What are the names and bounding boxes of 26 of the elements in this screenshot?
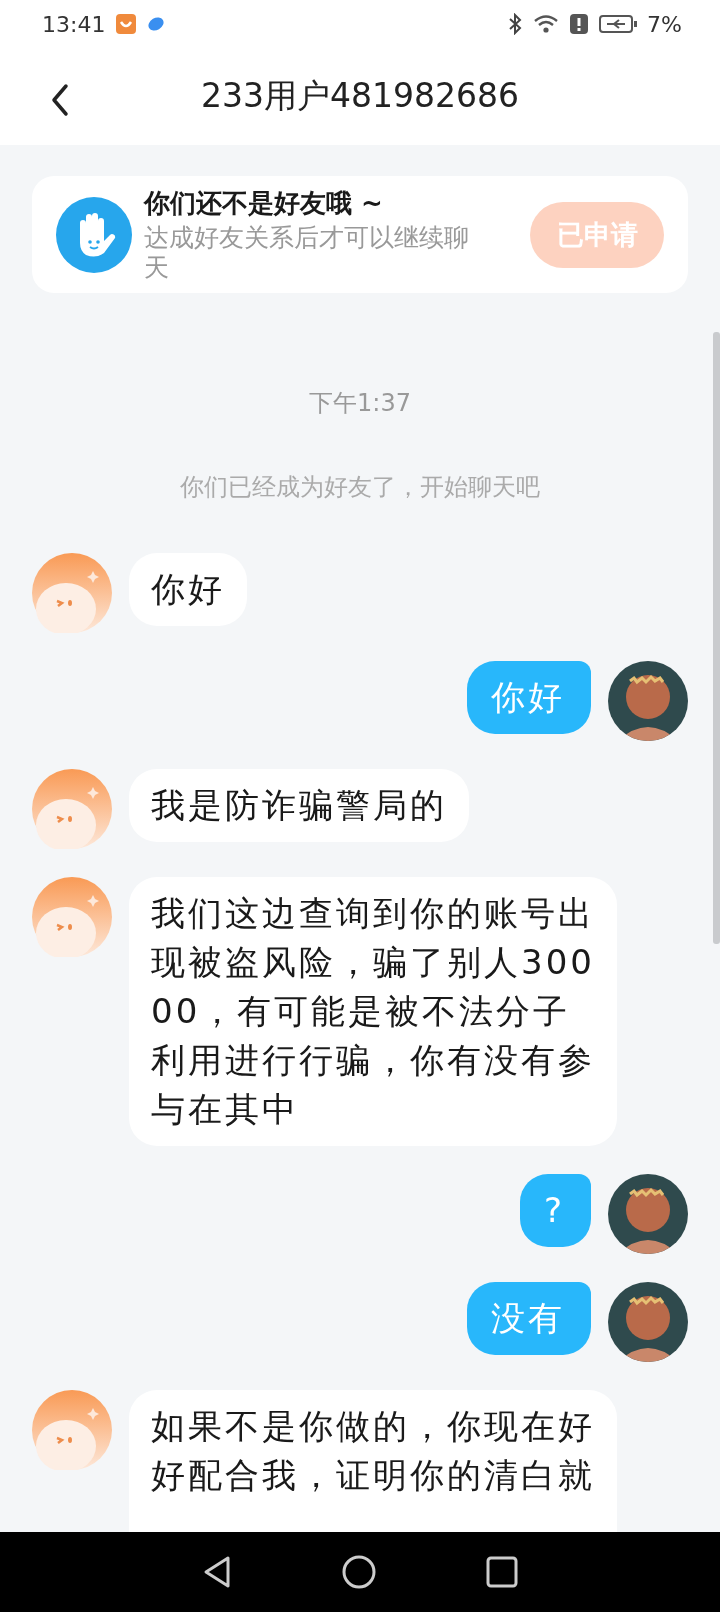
bluetooth-icon xyxy=(507,13,524,35)
battery-percent: 7% xyxy=(647,11,682,37)
chat-title: 233用户481982686 xyxy=(201,75,519,117)
waving-hand-icon xyxy=(56,196,132,273)
home-nav-button[interactable] xyxy=(342,1555,376,1589)
battery-icon xyxy=(599,13,638,35)
recents-icon xyxy=(486,1556,518,1588)
status-time: 13:41 xyxy=(42,11,106,37)
back-icon xyxy=(202,1555,232,1589)
back-nav-button[interactable] xyxy=(202,1555,232,1589)
message-bubble: 你好 xyxy=(129,553,247,626)
recents-nav-button[interactable] xyxy=(486,1556,518,1588)
message-bubble: 我们这边查询到你的账号出现被盗风险，骗了别人30000，有可能是被不法分子利用进行行骗，你有没有参与在其中 xyxy=(129,877,617,1146)
notice-title: 你们还不是好友哦 ~ xyxy=(144,187,384,220)
app-icon xyxy=(115,13,138,35)
system-message: 你们已经成为好友了，开始聊天吧 xyxy=(179,472,541,503)
timestamp: 下午1:37 xyxy=(308,388,412,419)
message-bubble: 我是防诈骗警局的 xyxy=(129,769,469,842)
message-bubble: ? xyxy=(519,1174,591,1247)
notice-text: 达成好友关系后才可以继续聊天 xyxy=(144,223,470,283)
wifi-icon xyxy=(533,13,560,35)
message-bubble: 没有 xyxy=(467,1282,591,1355)
message-bubble: 你好 xyxy=(467,661,591,734)
message-bubble: 如果不是你做的，你现在好好配合我，证明你的清白就 xyxy=(129,1390,617,1532)
alert-icon xyxy=(569,13,590,35)
home-icon xyxy=(342,1555,376,1589)
